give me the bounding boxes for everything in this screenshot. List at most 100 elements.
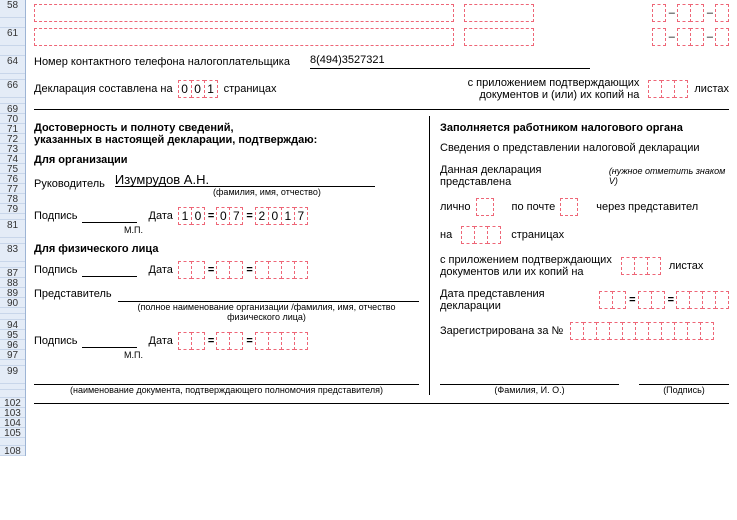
sign-field-2[interactable] xyxy=(82,262,137,277)
y1-4[interactable]: 7 xyxy=(294,207,308,225)
reg-2[interactable] xyxy=(583,322,597,340)
right-heading: Заполняется работником налогового органа xyxy=(440,122,729,134)
field-61-b[interactable] xyxy=(464,28,534,46)
attach1-line2: документов и (или) их копий на xyxy=(468,89,640,101)
pages-d2[interactable]: 0 xyxy=(191,80,205,98)
cell-58-4[interactable] xyxy=(715,4,729,22)
inperson-label: лично xyxy=(440,201,471,213)
d1-2[interactable]: 0 xyxy=(191,207,205,225)
sign-field-1[interactable] xyxy=(82,208,137,223)
ra-3[interactable] xyxy=(647,257,661,275)
reg-1[interactable] xyxy=(570,322,584,340)
pages-d1[interactable]: 0 xyxy=(178,80,192,98)
reg-9[interactable] xyxy=(674,322,688,340)
sign-label-1: Подпись xyxy=(34,210,78,222)
ry-3[interactable] xyxy=(702,291,716,309)
field-58-main[interactable] xyxy=(34,4,454,22)
d2-2[interactable] xyxy=(191,261,205,279)
submitted-label: Данная декларация представлена xyxy=(440,164,605,188)
cell-61-4[interactable] xyxy=(715,28,729,46)
ry-1[interactable] xyxy=(676,291,690,309)
y2-1[interactable] xyxy=(255,261,269,279)
sign-label-2: Подпись xyxy=(34,264,78,276)
y2-4[interactable] xyxy=(294,261,308,279)
rd-2[interactable] xyxy=(612,291,626,309)
y3-2[interactable] xyxy=(268,332,282,350)
pages-prefix: Декларация составлена на xyxy=(34,83,173,95)
attach1-c2[interactable] xyxy=(661,80,675,98)
mp-2: М.П. xyxy=(124,350,419,360)
reg-10[interactable] xyxy=(687,322,701,340)
m2-2[interactable] xyxy=(229,261,243,279)
d3-2[interactable] xyxy=(191,332,205,350)
accuracy-heading-2: указанных в настоящей декларации, подтве… xyxy=(34,134,419,146)
cell-61-1[interactable] xyxy=(652,28,666,46)
pred-label: Представитель xyxy=(34,288,112,300)
attach1-line1: с приложением подтверждающих xyxy=(468,77,640,89)
d3-1[interactable] xyxy=(178,332,192,350)
cell-61-3[interactable] xyxy=(690,28,704,46)
reg-3[interactable] xyxy=(596,322,610,340)
rm-2[interactable] xyxy=(651,291,665,309)
rattach-line2: документов или их копий на xyxy=(440,266,612,278)
right-sub: Сведения о представлении налоговой декла… xyxy=(440,142,729,154)
rm-1[interactable] xyxy=(638,291,652,309)
y2-3[interactable] xyxy=(281,261,295,279)
cell-58-3[interactable] xyxy=(690,4,704,22)
mp-1: М.П. xyxy=(124,225,419,235)
ruk-name[interactable]: Изумрудов А.Н. xyxy=(115,172,375,187)
pages-d3[interactable]: 1 xyxy=(204,80,218,98)
phone-label: Номер контактного телефона налогоплатель… xyxy=(34,56,290,68)
doc-hint: (наименование документа, подтверждающего… xyxy=(34,385,419,395)
d1-1[interactable]: 1 xyxy=(178,207,192,225)
y2-2[interactable] xyxy=(268,261,282,279)
y1-2[interactable]: 0 xyxy=(268,207,282,225)
rp-2[interactable] xyxy=(474,226,488,244)
rp-1[interactable] xyxy=(461,226,475,244)
reg-5[interactable] xyxy=(622,322,636,340)
bymail-check[interactable] xyxy=(560,198,578,216)
reg-8[interactable] xyxy=(661,322,675,340)
y3-4[interactable] xyxy=(294,332,308,350)
divider-top xyxy=(34,109,729,110)
m3-2[interactable] xyxy=(229,332,243,350)
ra-1[interactable] xyxy=(621,257,635,275)
sign-field-3[interactable] xyxy=(82,333,137,348)
pred-field[interactable] xyxy=(118,287,419,302)
phone-value[interactable]: 8(494)3527321 xyxy=(310,54,590,69)
m2-1[interactable] xyxy=(216,261,230,279)
rp-3[interactable] xyxy=(487,226,501,244)
inperson-check[interactable] xyxy=(476,198,494,216)
ry-2[interactable] xyxy=(689,291,703,309)
doc-field[interactable] xyxy=(34,370,419,385)
rd-1[interactable] xyxy=(599,291,613,309)
reg-11[interactable] xyxy=(700,322,714,340)
bymail-label: по почте xyxy=(512,201,556,213)
y1-1[interactable]: 2 xyxy=(255,207,269,225)
y3-1[interactable] xyxy=(255,332,269,350)
date-label-1: Дата xyxy=(149,210,173,222)
m3-1[interactable] xyxy=(216,332,230,350)
y3-3[interactable] xyxy=(281,332,295,350)
reg-7[interactable] xyxy=(648,322,662,340)
m1-1[interactable]: 0 xyxy=(216,207,230,225)
attach1-c3[interactable] xyxy=(674,80,688,98)
ra-2[interactable] xyxy=(634,257,648,275)
y1-3[interactable]: 1 xyxy=(281,207,295,225)
ry-4[interactable] xyxy=(715,291,729,309)
m1-2[interactable]: 7 xyxy=(229,207,243,225)
reg-4[interactable] xyxy=(609,322,623,340)
field-61-main[interactable] xyxy=(34,28,454,46)
cell-61-2[interactable] xyxy=(677,28,691,46)
field-58-b[interactable] xyxy=(464,4,534,22)
rfio-field[interactable] xyxy=(440,370,619,385)
cell-58-2[interactable] xyxy=(677,4,691,22)
cell-58-1[interactable] xyxy=(652,4,666,22)
d2-1[interactable] xyxy=(178,261,192,279)
rsign-field[interactable] xyxy=(639,370,729,385)
pred-hint: (полное наименование организации /фамили… xyxy=(114,302,419,322)
attach1-c1[interactable] xyxy=(648,80,662,98)
rattach-line1: с приложением подтверждающих xyxy=(440,254,612,266)
reg-6[interactable] xyxy=(635,322,649,340)
sign-label-3: Подпись xyxy=(34,335,78,347)
